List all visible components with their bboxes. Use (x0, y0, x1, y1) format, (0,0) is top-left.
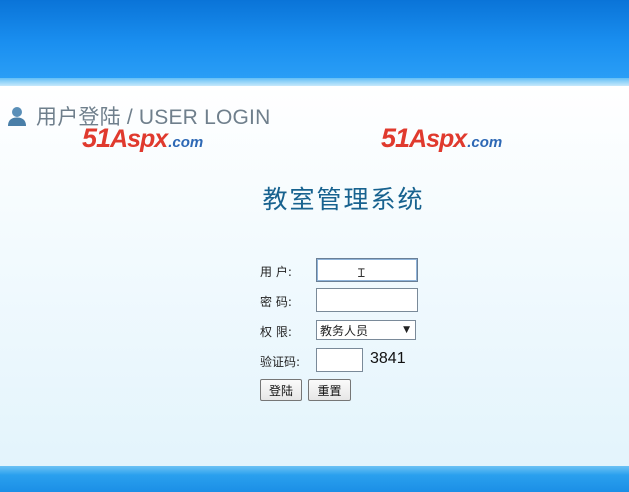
watermark-number: 51 (381, 123, 410, 153)
watermark-domain: .com (168, 134, 204, 151)
watermark-logo: 51 Aspx .com (381, 123, 502, 154)
username-input[interactable]: Ɪ (316, 258, 418, 282)
watermark-domain: .com (467, 134, 503, 151)
top-banner (0, 0, 629, 78)
password-input[interactable] (316, 288, 418, 312)
role-select[interactable]: 教务人员 ▼ (316, 320, 416, 340)
top-strip (0, 78, 629, 86)
text-cursor-icon: Ɪ (358, 266, 365, 280)
captcha-label: 验证码: (260, 355, 301, 369)
login-button[interactable]: 登陆 (260, 379, 302, 401)
watermark-number: 51 (82, 123, 111, 153)
role-label: 权 限: (260, 325, 292, 339)
captcha-code: 3841 (370, 350, 406, 367)
user-icon (8, 107, 26, 126)
system-title: 教室管理系统 (262, 185, 425, 214)
password-label: 密 码: (260, 295, 292, 309)
watermark-name: Aspx (409, 125, 467, 153)
username-label: 用 户: (260, 265, 292, 279)
bottom-bar (0, 466, 629, 492)
watermark-name: Aspx (110, 125, 168, 153)
dropdown-arrow-icon: ▼ (403, 325, 410, 335)
watermark-logo: 51 Aspx .com (82, 123, 203, 154)
role-selected-value: 教务人员 (320, 323, 369, 338)
captcha-input[interactable] (316, 348, 363, 372)
reset-button[interactable]: 重置 (308, 379, 351, 401)
